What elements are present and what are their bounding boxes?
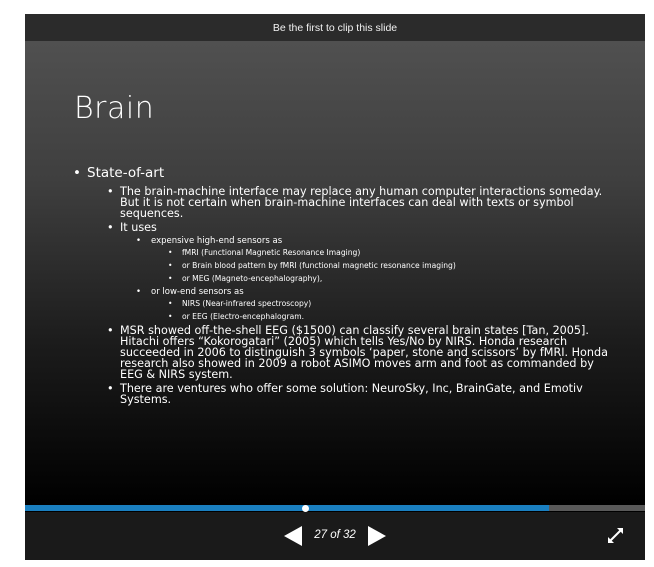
- bullet-item-level-3: • or low-end sensors as: [70, 287, 615, 297]
- bullet-glyph: •: [168, 299, 173, 308]
- bullet-glyph: •: [73, 165, 81, 181]
- bullet-glyph: •: [168, 274, 173, 283]
- bullet-text: NIRS (Near-infrared spectroscopy): [182, 299, 312, 308]
- bullet-glyph: •: [107, 185, 114, 198]
- bullet-text: The brain-machine interface may replace …: [120, 185, 603, 220]
- bullet-text: or MEG (Magneto-encephalography),: [182, 274, 323, 283]
- slide-bullet-list: • State-of-art • The brain-machine interfac…: [70, 166, 615, 408]
- bullet-glyph: •: [136, 287, 142, 297]
- fullscreen-expand-icon[interactable]: [607, 527, 624, 544]
- bullet-glyph: •: [168, 312, 173, 321]
- bullet-glyph: •: [107, 382, 114, 395]
- previous-slide-arrow-icon[interactable]: [284, 526, 302, 546]
- bullet-item-level-4: • NIRS (Near-infrared spectroscopy): [70, 299, 615, 309]
- next-slide-arrow-icon[interactable]: [368, 526, 386, 546]
- bullet-text: MSR showed off-the-shell EEG ($1500) can…: [120, 324, 608, 381]
- bullet-item-level-1: • State-of-art: [70, 166, 615, 181]
- slide-player: Be the first to clip this slide Brain • S…: [25, 14, 645, 560]
- bullet-item-level-2: • MSR showed off-the-shell EEG ($1500) ca…: [70, 325, 615, 380]
- progress-track[interactable]: [25, 504, 645, 512]
- bullet-text: It uses: [120, 221, 157, 234]
- bullet-text: or EEG (Electro-encephalogram.: [182, 312, 305, 321]
- bullet-text: or Brain blood pattern by fMRI (function…: [182, 261, 456, 270]
- progress-fill: [25, 505, 549, 511]
- slide-canvas: Brain • State-of-art • The brain-machine in…: [25, 41, 645, 503]
- bullet-glyph: •: [168, 261, 173, 270]
- bullet-text: fMRI (Functional Magnetic Resonance Imag…: [182, 248, 361, 257]
- bullet-glyph: •: [107, 221, 114, 234]
- slide-title: Brain: [74, 91, 155, 126]
- bullet-item-level-4: • or EEG (Electro-encephalogram.: [70, 312, 615, 322]
- bullet-glyph: •: [168, 248, 173, 257]
- bullet-item-level-2: • There are ventures who offer some solut…: [70, 383, 615, 405]
- player-controls: 27 of 32: [25, 512, 645, 560]
- bullet-text: expensive high-end sensors as: [151, 236, 283, 246]
- clip-slide-text[interactable]: Be the first to clip this slide: [273, 22, 397, 34]
- bullet-glyph: •: [136, 236, 142, 246]
- page-counter: 27 of 32: [314, 529, 356, 541]
- bullet-text: or low-end sensors as: [151, 287, 244, 297]
- progress-thumb[interactable]: [302, 504, 310, 512]
- bullet-item-level-3: • expensive high-end sensors as: [70, 236, 615, 246]
- bullet-item-level-4: • fMRI (Functional Magnetic Resonance Ima…: [70, 248, 615, 258]
- bullet-item-level-2: • It uses: [70, 222, 615, 233]
- progress-bar[interactable]: [25, 503, 645, 512]
- bullet-glyph: •: [107, 324, 114, 337]
- bullet-text: There are ventures who offer some soluti…: [120, 382, 583, 406]
- bullet-item-level-2: • The brain-machine interface may replace…: [70, 186, 615, 219]
- clip-slide-bar[interactable]: Be the first to clip this slide: [25, 14, 645, 41]
- bullet-item-level-4: • or Brain blood pattern by fMRI (functio…: [70, 261, 615, 271]
- bullet-item-level-4: • or MEG (Magneto-encephalography),: [70, 274, 615, 284]
- bullet-text: State-of-art: [87, 165, 165, 181]
